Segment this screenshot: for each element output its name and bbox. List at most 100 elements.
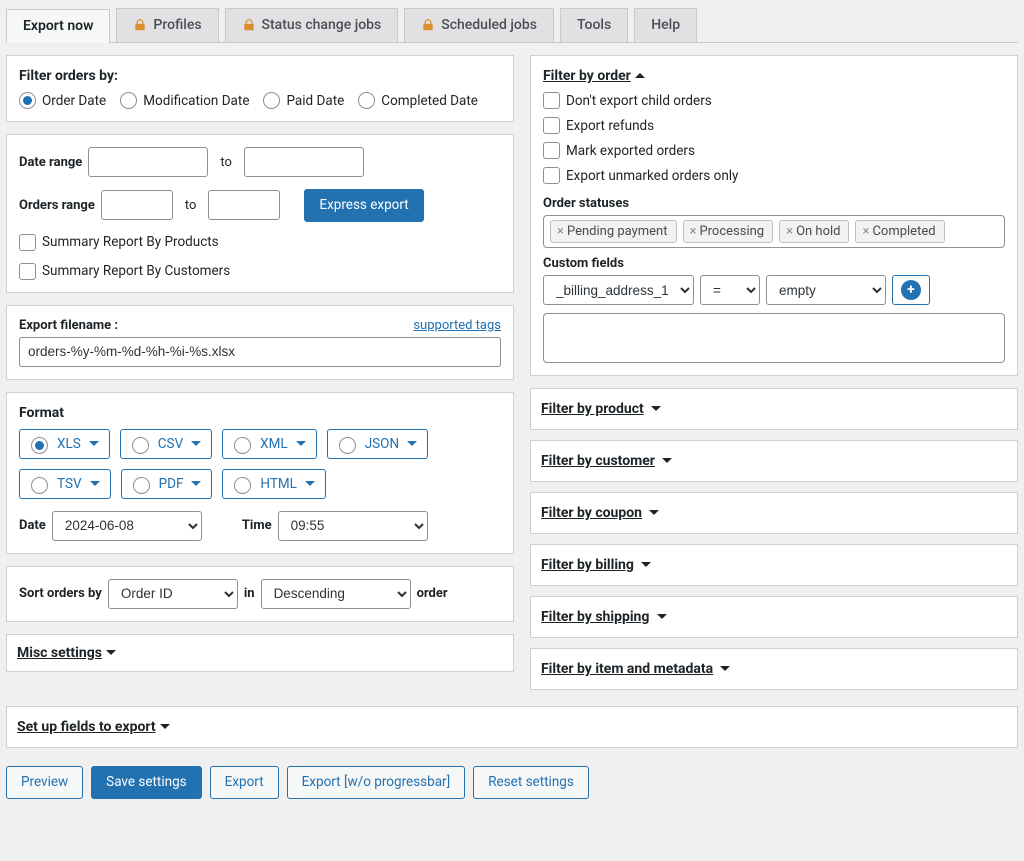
- format-tsv-radio[interactable]: [31, 477, 48, 494]
- check-mark-exported-input[interactable]: [543, 142, 560, 159]
- chevron-down-icon: [296, 436, 306, 452]
- close-icon[interactable]: ×: [786, 225, 793, 238]
- custom-fields-output[interactable]: [543, 313, 1005, 363]
- custom-fields-label: Custom fields: [543, 256, 1005, 271]
- format-date-select[interactable]: 2024-06-08: [52, 511, 202, 541]
- order-statuses-input[interactable]: × Pending payment × Processing × On hold…: [543, 215, 1005, 248]
- preview-button[interactable]: Preview: [6, 766, 83, 799]
- filter-by-item-meta-toggle[interactable]: Filter by item and metadata: [530, 648, 1018, 690]
- tab-export-now[interactable]: Export now: [6, 9, 110, 43]
- custom-value-select[interactable]: empty: [766, 275, 886, 305]
- format-label: Format: [19, 405, 501, 421]
- export-filename-panel: Export filename : supported tags: [6, 305, 514, 380]
- tab-profiles[interactable]: Profiles: [116, 8, 218, 42]
- chevron-down-icon: [651, 402, 661, 417]
- check-summary-customers[interactable]: Summary Report By Customers: [19, 263, 230, 280]
- filter-by-product-toggle[interactable]: Filter by product: [530, 388, 1018, 430]
- format-json[interactable]: JSON: [327, 429, 428, 459]
- custom-field-select[interactable]: _billing_address_1: [543, 275, 694, 305]
- radio-modification-date-input[interactable]: [120, 92, 137, 109]
- check-no-child-orders-input[interactable]: [543, 92, 560, 109]
- format-date-label: Date: [19, 518, 46, 533]
- express-export-button[interactable]: Express export: [304, 189, 423, 222]
- chevron-down-icon: [720, 662, 730, 677]
- format-csv-radio[interactable]: [132, 437, 149, 454]
- export-filename-label: Export filename :: [19, 318, 118, 333]
- orders-range-to-text: to: [185, 198, 197, 213]
- export-button[interactable]: Export: [210, 766, 279, 799]
- lock-icon: [133, 18, 147, 32]
- check-export-refunds[interactable]: Export refunds: [543, 117, 654, 134]
- date-range-to-text: to: [220, 155, 232, 170]
- check-summary-customers-input[interactable]: [19, 263, 36, 280]
- radio-order-date-input[interactable]: [19, 92, 36, 109]
- custom-operator-select[interactable]: =: [700, 275, 760, 305]
- tab-tools[interactable]: Tools: [560, 8, 628, 42]
- check-summary-products[interactable]: Summary Report By Products: [19, 234, 219, 251]
- check-mark-exported[interactable]: Mark exported orders: [543, 142, 695, 159]
- radio-order-date[interactable]: Order Date: [19, 92, 106, 109]
- misc-settings-title: Misc settings: [17, 645, 102, 661]
- status-tag-onhold[interactable]: × On hold: [779, 220, 849, 243]
- orders-range-label: Orders range: [19, 198, 95, 213]
- sort-direction-select[interactable]: Descending: [261, 579, 411, 609]
- chevron-down-icon: [89, 436, 99, 452]
- format-xml-radio[interactable]: [234, 437, 251, 454]
- orders-range-from-input[interactable]: [101, 190, 173, 220]
- sort-field-select[interactable]: Order ID: [108, 579, 238, 609]
- format-xls[interactable]: XLS: [19, 429, 110, 459]
- chevron-down-icon: [90, 476, 100, 492]
- check-no-child-orders[interactable]: Don't export child orders: [543, 92, 712, 109]
- check-summary-products-input[interactable]: [19, 234, 36, 251]
- tab-status-change-jobs[interactable]: Status change jobs: [225, 8, 399, 42]
- misc-settings-panel[interactable]: Misc settings: [6, 634, 514, 672]
- status-tag-completed[interactable]: × Completed: [855, 220, 944, 243]
- radio-completed-date-input[interactable]: [358, 92, 375, 109]
- date-orders-range-panel: Date range to Orders range to Express ex…: [6, 134, 514, 293]
- filter-by-customer-toggle[interactable]: Filter by customer: [530, 440, 1018, 482]
- format-html[interactable]: HTML: [222, 469, 326, 499]
- date-range-to-input[interactable]: [244, 147, 364, 177]
- radio-completed-date[interactable]: Completed Date: [358, 92, 478, 109]
- check-unmarked-only[interactable]: Export unmarked orders only: [543, 167, 738, 184]
- status-tag-pending[interactable]: × Pending payment: [550, 220, 677, 243]
- close-icon[interactable]: ×: [862, 225, 869, 238]
- format-time-select[interactable]: 09:55: [278, 511, 428, 541]
- status-tag-processing[interactable]: × Processing: [683, 220, 774, 243]
- filter-by-billing-toggle[interactable]: Filter by billing: [530, 544, 1018, 586]
- chevron-down-icon: [407, 436, 417, 452]
- export-filename-input[interactable]: [19, 337, 501, 367]
- close-icon[interactable]: ×: [557, 225, 564, 238]
- format-html-radio[interactable]: [234, 477, 251, 494]
- close-icon[interactable]: ×: [690, 225, 697, 238]
- format-tsv[interactable]: TSV: [19, 469, 111, 499]
- format-xls-radio[interactable]: [31, 437, 48, 454]
- format-pdf[interactable]: PDF: [121, 469, 213, 499]
- tab-scheduled-jobs[interactable]: Scheduled jobs: [404, 8, 554, 42]
- date-range-from-input[interactable]: [88, 147, 208, 177]
- sort-suffix-label: order: [417, 586, 448, 601]
- tab-help[interactable]: Help: [634, 8, 697, 42]
- check-export-refunds-input[interactable]: [543, 117, 560, 134]
- format-pdf-radio[interactable]: [133, 477, 150, 494]
- orders-range-to-input[interactable]: [208, 190, 280, 220]
- filter-by-order-toggle[interactable]: Filter by order: [543, 68, 645, 84]
- supported-tags-link[interactable]: supported tags: [413, 318, 501, 333]
- format-json-radio[interactable]: [339, 437, 356, 454]
- radio-paid-date[interactable]: Paid Date: [263, 92, 344, 109]
- reset-settings-button[interactable]: Reset settings: [473, 766, 589, 799]
- filter-by-shipping-toggle[interactable]: Filter by shipping: [530, 596, 1018, 638]
- chevron-down-icon: [106, 645, 116, 661]
- export-noprogress-button[interactable]: Export [w/o progressbar]: [287, 766, 466, 799]
- setup-fields-toggle[interactable]: Set up fields to export: [6, 706, 1018, 748]
- radio-paid-date-input[interactable]: [263, 92, 280, 109]
- save-settings-button[interactable]: Save settings: [91, 766, 201, 799]
- date-range-label: Date range: [19, 155, 82, 170]
- format-xml[interactable]: XML: [222, 429, 317, 459]
- check-unmarked-only-input[interactable]: [543, 167, 560, 184]
- format-csv[interactable]: CSV: [120, 429, 212, 459]
- radio-modification-date[interactable]: Modification Date: [120, 92, 249, 109]
- filter-by-coupon-toggle[interactable]: Filter by coupon: [530, 492, 1018, 534]
- filter-orders-title: Filter orders by:: [19, 68, 501, 84]
- add-custom-field-button[interactable]: +: [892, 275, 930, 305]
